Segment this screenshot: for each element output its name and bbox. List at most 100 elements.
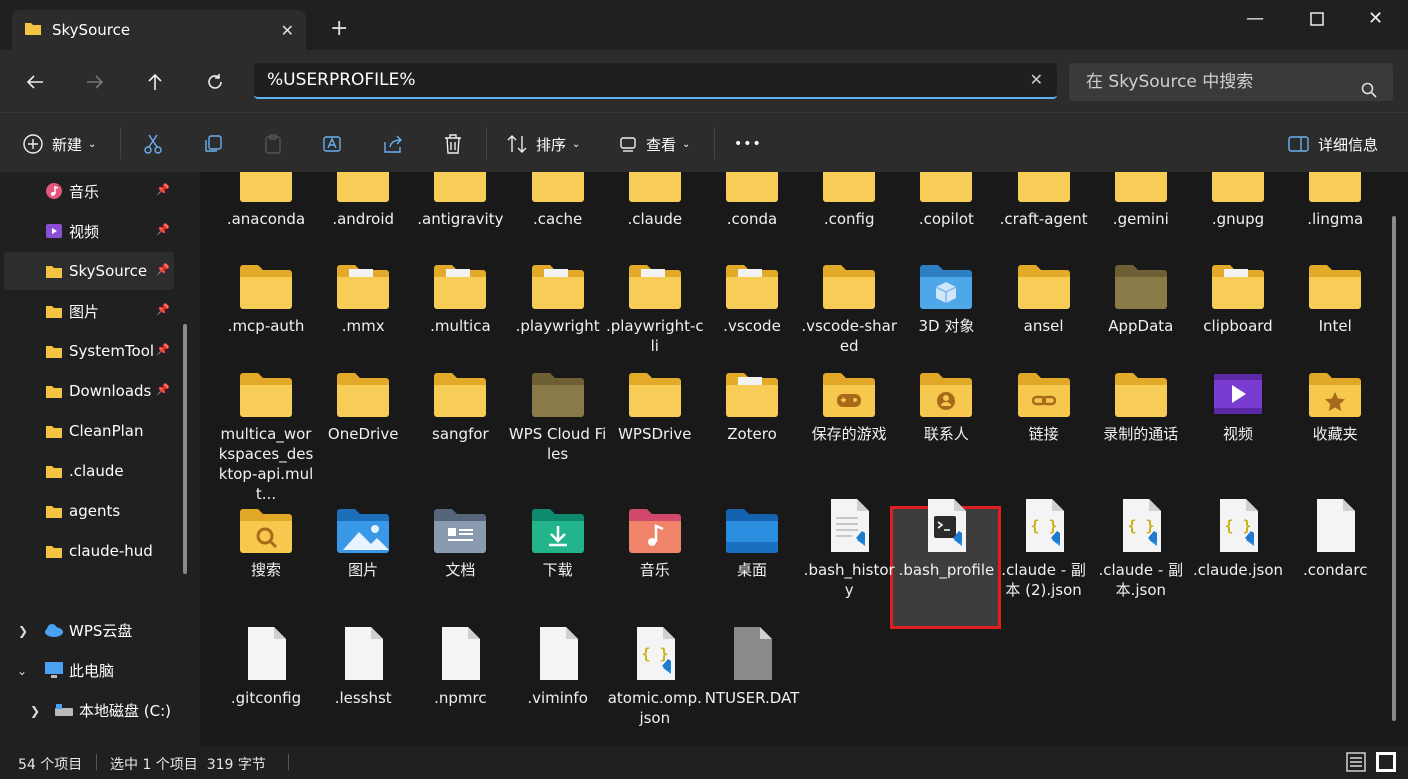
file-item[interactable]: ansel <box>995 250 1093 336</box>
sidebar-item--[interactable]: 图片 📌 <box>4 292 174 330</box>
file-item[interactable]: Intel <box>1286 250 1384 336</box>
file-item[interactable]: WPS Cloud Files <box>509 358 607 464</box>
file-item[interactable]: 3D 对象 <box>897 250 995 336</box>
file-item[interactable]: NTUSER.DAT <box>703 622 801 708</box>
sidebar-item--[interactable]: 音乐 📌 <box>4 172 174 210</box>
file-item[interactable]: .craft-agent <box>995 172 1093 229</box>
file-item[interactable]: .bash_history <box>800 494 898 600</box>
file-item[interactable]: .mmx <box>314 250 412 336</box>
file-item[interactable]: .antigravity <box>411 172 509 229</box>
folder-doc-icon <box>411 172 509 203</box>
file-item[interactable]: .anaconda <box>217 172 315 229</box>
file-item[interactable]: .conda <box>703 172 801 229</box>
details-button[interactable]: 详细信息 <box>1288 133 1378 155</box>
file-item[interactable]: .lesshst <box>314 622 412 708</box>
tab-skysource[interactable]: SkySource ✕ <box>12 10 306 50</box>
sidebar-item-systemtool[interactable]: SystemTool 📌 <box>4 332 174 370</box>
file-item[interactable]: .multica <box>411 250 509 336</box>
file-item[interactable]: .gitconfig <box>217 622 315 708</box>
back-button[interactable] <box>20 68 50 96</box>
maximize-icon[interactable] <box>1310 10 1324 31</box>
file-item[interactable]: .android <box>314 172 412 229</box>
sort-button[interactable]: 排序 ⌄ <box>506 133 580 155</box>
details-view-button[interactable] <box>1346 752 1366 776</box>
sidebar-item-label: 本地磁盘 (C:) <box>79 701 171 720</box>
file-item[interactable]: AppData <box>1092 250 1190 336</box>
file-item[interactable]: .playwright-cli <box>606 250 704 356</box>
sidebar-item-claude-hud[interactable]: claude-hud <box>4 532 174 570</box>
new-tab-button[interactable]: + <box>330 18 348 40</box>
file-item[interactable]: .claude <box>606 172 704 229</box>
delete-button[interactable] <box>442 133 464 155</box>
new-button[interactable]: 新建 ⌄ <box>22 133 96 155</box>
file-item[interactable]: 视频 <box>1189 358 1287 444</box>
search-input[interactable]: 在 SkySource 中搜索 <box>1069 63 1393 101</box>
clear-icon[interactable]: ✕ <box>1030 63 1043 97</box>
paste-button[interactable] <box>262 133 284 155</box>
file-item[interactable]: 音乐 <box>606 494 704 580</box>
file-list-scrollbar[interactable] <box>1392 216 1396 721</box>
file-item[interactable]: 文档 <box>411 494 509 580</box>
file-item[interactable]: 桌面 <box>703 494 801 580</box>
file-item[interactable]: .playwright <box>509 250 607 336</box>
share-button[interactable] <box>382 133 404 155</box>
file-item[interactable]: .npmrc <box>411 622 509 708</box>
file-item[interactable]: WPSDrive <box>606 358 704 444</box>
file-item[interactable]: { } .claude - 副本 (2).json <box>995 494 1093 600</box>
sidebar-item--claude[interactable]: .claude <box>4 452 174 490</box>
sidebar-item-agents[interactable]: agents <box>4 492 174 530</box>
cut-button[interactable] <box>142 133 164 155</box>
view-button[interactable]: 查看 ⌄ <box>618 133 690 155</box>
file-item[interactable]: OneDrive <box>314 358 412 444</box>
rename-button[interactable] <box>322 133 344 155</box>
file-item[interactable]: 联系人 <box>897 358 995 444</box>
file-item[interactable]: 搜索 <box>217 494 315 580</box>
sidebar-item-this-pc[interactable]: 此电脑 <box>4 651 174 689</box>
sidebar-item-drive-c[interactable]: 本地磁盘 (C:) <box>14 691 184 729</box>
file-item[interactable]: .config <box>800 172 898 229</box>
file-item[interactable]: 录制的通话 <box>1092 358 1190 444</box>
more-button[interactable]: ••• <box>734 133 762 155</box>
file-item[interactable]: .vscode-shared <box>800 250 898 356</box>
file-item[interactable]: 图片 <box>314 494 412 580</box>
file-item[interactable]: { } .claude.json <box>1189 494 1287 580</box>
file-item[interactable]: Zotero <box>703 358 801 444</box>
file-item[interactable]: .viminfo <box>509 622 607 708</box>
file-item[interactable]: 下载 <box>509 494 607 580</box>
file-item[interactable]: .gnupg <box>1189 172 1287 229</box>
address-input[interactable]: %USERPROFILE% ✕ <box>254 63 1057 99</box>
file-item[interactable]: 保存的游戏 <box>800 358 898 444</box>
sidebar-item-wps[interactable]: WPS云盘 <box>4 611 174 649</box>
file-item[interactable]: .lingma <box>1286 172 1384 229</box>
folder-doc-icon <box>411 250 509 310</box>
file-item[interactable]: .mcp-auth <box>217 250 315 336</box>
refresh-button[interactable] <box>200 68 230 96</box>
file-item[interactable]: .condarc <box>1286 494 1384 580</box>
file-item[interactable]: .cache <box>509 172 607 229</box>
file-item[interactable]: { } atomic.omp.json <box>606 622 704 728</box>
file-item[interactable]: .bash_profile <box>897 494 995 580</box>
minimize-icon[interactable]: — <box>1246 8 1264 29</box>
file-item[interactable]: 链接 <box>995 358 1093 444</box>
sidebar-item--[interactable]: 视频 📌 <box>4 212 174 250</box>
file-item[interactable]: .copilot <box>897 172 995 229</box>
sidebar-item-skysource[interactable]: SkySource 📌 <box>4 252 174 290</box>
close-tab-icon[interactable]: ✕ <box>281 21 294 40</box>
file-item[interactable]: sangfor <box>411 358 509 444</box>
file-item[interactable]: { } .claude - 副本.json <box>1092 494 1190 600</box>
file-item[interactable]: clipboard <box>1189 250 1287 336</box>
sidebar-item-downloads[interactable]: Downloads 📌 <box>4 372 174 410</box>
copy-button[interactable] <box>202 133 224 155</box>
close-window-icon[interactable]: ✕ <box>1368 8 1383 29</box>
file-item[interactable]: 收藏夹 <box>1286 358 1384 444</box>
up-button[interactable] <box>140 68 170 96</box>
file-item[interactable]: .vscode <box>703 250 801 336</box>
file-item[interactable]: .gemini <box>1092 172 1190 229</box>
file-item[interactable]: multica_workspaces_desktop-api.mult... <box>217 358 315 504</box>
sidebar-item-cleanplan[interactable]: CleanPlan <box>4 412 174 450</box>
forward-button[interactable] <box>80 68 110 96</box>
tiles-view-button[interactable] <box>1376 752 1396 776</box>
sidebar-scrollbar[interactable] <box>183 324 187 574</box>
plus-circle-icon <box>23 134 43 154</box>
folder-icon <box>44 542 64 560</box>
